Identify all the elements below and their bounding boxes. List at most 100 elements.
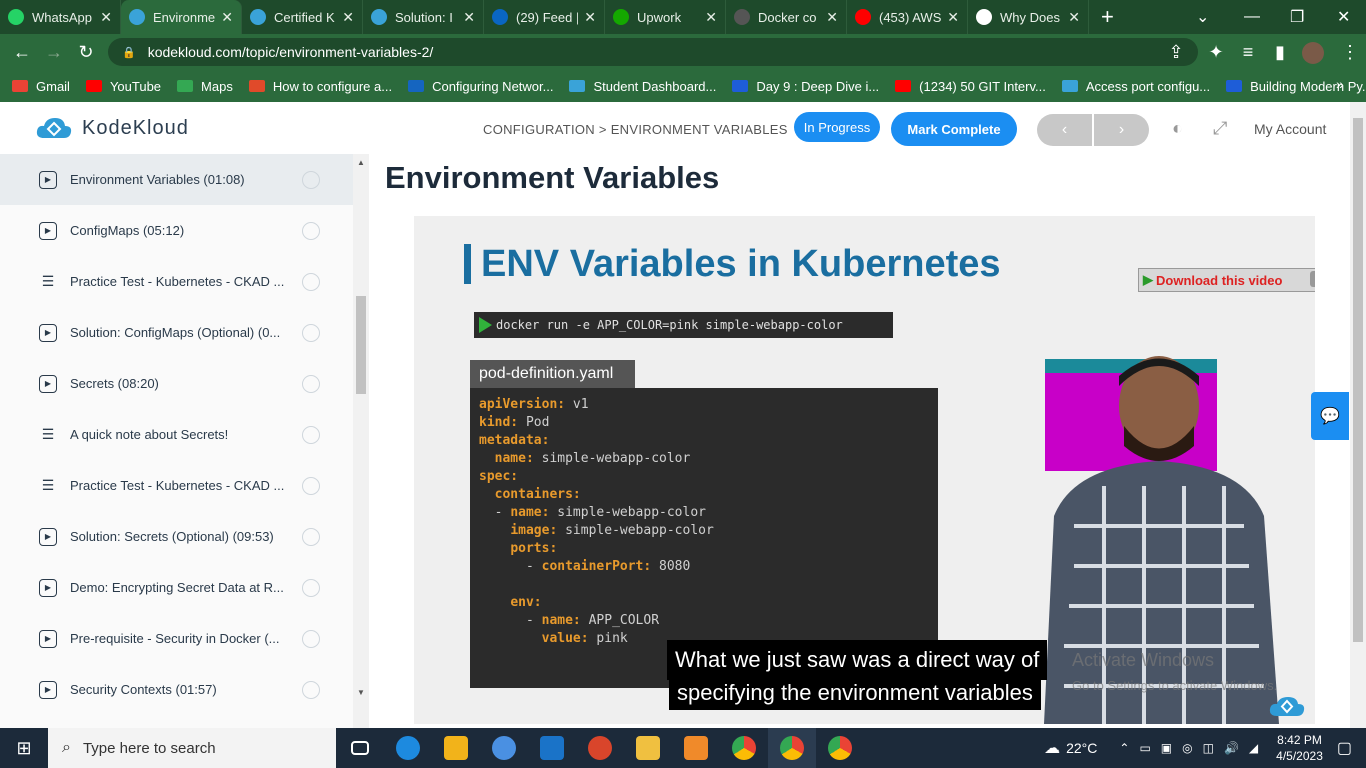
lesson-item[interactable]: ▶ Secrets (08:20)	[0, 358, 353, 409]
completion-circle-icon[interactable]	[302, 374, 320, 393]
lesson-item[interactable]: ▶ ConfigMaps (05:12)	[0, 205, 353, 256]
mark-complete-button[interactable]: Mark Complete	[891, 112, 1017, 146]
skype-icon[interactable]	[480, 728, 528, 768]
bookmark-item[interactable]: YouTube	[85, 79, 161, 94]
completion-circle-icon[interactable]	[302, 221, 320, 240]
chat-button[interactable]: 💬	[1311, 392, 1349, 440]
new-tab-button[interactable]: +	[1101, 4, 1114, 30]
tab-close-icon[interactable]: ✕	[221, 9, 233, 26]
bookmark-item[interactable]: Configuring Networ...	[408, 79, 553, 94]
weather-temp[interactable]: 22°C	[1066, 740, 1097, 756]
volume-icon[interactable]: 🔊	[1224, 741, 1239, 755]
browser-tab[interactable]: Environment V ✕	[121, 0, 242, 34]
lesson-item[interactable]: ☰ A quick note about Secrets!	[0, 409, 353, 460]
download-video-button[interactable]: Download this video	[1156, 273, 1282, 288]
wifi-icon[interactable]: ◢	[1249, 741, 1258, 755]
weather-icon[interactable]: ☁	[1044, 738, 1060, 758]
webcam-icon[interactable]: ◎	[1182, 741, 1192, 755]
media-icon[interactable]: ≡	[1232, 42, 1264, 63]
chrome-profile-icon[interactable]	[816, 728, 864, 768]
browser-tab[interactable]: Upwork ✕	[605, 0, 726, 34]
profile-avatar[interactable]	[1302, 42, 1324, 64]
completion-circle-icon[interactable]	[302, 323, 320, 342]
windows-start-button[interactable]: ⊞	[0, 728, 48, 768]
fullscreen-icon[interactable]: ⤢	[1213, 118, 1227, 139]
battery-icon[interactable]: ▭	[1139, 741, 1150, 755]
download-video-bar[interactable]: ▶ Download this video ? X	[1138, 268, 1315, 292]
browser-tab[interactable]: Certified K ✕	[242, 0, 363, 34]
tab-close-icon[interactable]: ✕	[705, 9, 717, 26]
taskbar-clock[interactable]: 8:42 PM 4/5/2023	[1276, 732, 1323, 764]
chrome-active-icon[interactable]	[768, 728, 816, 768]
bookmark-item[interactable]: Gmail	[12, 79, 70, 94]
next-lesson-button[interactable]: ›	[1094, 114, 1149, 146]
tab-close-icon[interactable]: ✕	[100, 9, 112, 26]
puzzle-extensions-icon[interactable]: ✦	[1200, 42, 1232, 63]
taskbar-search[interactable]: ⌕ Type here to search	[48, 728, 336, 768]
sidepanel-icon[interactable]: ▮	[1264, 42, 1296, 63]
tab-close-icon[interactable]: ✕	[1068, 9, 1080, 26]
minimize-button[interactable]: —	[1244, 0, 1260, 34]
dark-mode-icon[interactable]: ◐	[1172, 118, 1183, 139]
share-icon[interactable]: ⇪	[1160, 42, 1192, 63]
tab-close-icon[interactable]: ✕	[947, 9, 959, 26]
forward-icon[interactable]: →	[38, 42, 70, 63]
sidebar-scroll-thumb[interactable]	[356, 296, 366, 394]
bookmark-item[interactable]: (1234) 50 GIT Interv...	[895, 79, 1046, 94]
close-window-button[interactable]: ✕	[1337, 0, 1350, 34]
in-progress-button[interactable]: In Progress	[794, 112, 880, 142]
browser-tab[interactable]: Why Does ✕	[968, 0, 1089, 34]
lesson-item[interactable]: ▶ Solution: ConfigMaps (Optional) (0...	[0, 307, 353, 358]
menu-icon[interactable]: ⋮	[1334, 42, 1366, 63]
completion-circle-icon[interactable]	[302, 170, 320, 189]
file-explorer-icon[interactable]	[624, 728, 672, 768]
back-icon[interactable]: ←	[6, 42, 38, 63]
bookmark-item[interactable]: Maps	[177, 79, 233, 94]
browser-tab[interactable]: (29) Feed | ✕	[484, 0, 605, 34]
lesson-item[interactable]: ☰ Practice Test - Kubernetes - CKAD ...	[0, 256, 353, 307]
page-scroll-thumb[interactable]	[1353, 118, 1363, 642]
browser-tab[interactable]: Solution: I ✕	[363, 0, 484, 34]
completion-circle-icon[interactable]	[302, 272, 320, 291]
url-field[interactable]: 🔒 kodekloud.com/topic/environment-variab…	[108, 38, 1198, 66]
lesson-item[interactable]: ▶ Demo: Encrypting Secret Data at R...	[0, 562, 353, 613]
page-scrollbar[interactable]	[1350, 102, 1366, 728]
scroll-up-icon[interactable]: ▲	[357, 158, 365, 167]
chrome-icon[interactable]	[720, 728, 768, 768]
lesson-item[interactable]: ▶ Solution: Secrets (Optional) (09:53)	[0, 511, 353, 562]
tab-close-icon[interactable]: ✕	[826, 9, 838, 26]
lesson-item[interactable]: ▶ Pre-requisite - Security in Docker (...	[0, 613, 353, 664]
restore-button[interactable]: ❐	[1290, 0, 1304, 34]
mail-icon[interactable]	[528, 728, 576, 768]
bookmark-item[interactable]: Day 9 : Deep Dive i...	[732, 79, 879, 94]
snake-app-icon[interactable]	[576, 728, 624, 768]
edge-icon[interactable]	[384, 728, 432, 768]
lesson-item[interactable]: ▶ Security Contexts (01:57)	[0, 664, 353, 715]
completion-circle-icon[interactable]	[302, 680, 320, 699]
scroll-down-icon[interactable]: ▼	[357, 688, 365, 697]
breadcrumb[interactable]: CONFIGURATION > ENVIRONMENT VARIABLES	[483, 122, 788, 137]
video-player[interactable]: ENV Variables in Kubernetes docker run -…	[414, 216, 1315, 724]
tab-close-icon[interactable]: ✕	[342, 9, 354, 26]
bookmark-item[interactable]: Access port configu...	[1061, 79, 1210, 94]
kodekloud-logo[interactable]: KodeKloud	[34, 114, 189, 142]
display-icon[interactable]: ▣	[1161, 741, 1172, 755]
bookmark-item[interactable]: Building Modern Py...	[1226, 79, 1366, 94]
notifications-icon[interactable]: ▢	[1337, 738, 1352, 758]
store-icon[interactable]	[432, 728, 480, 768]
completion-circle-icon[interactable]	[302, 527, 320, 546]
orange-app-icon[interactable]	[672, 728, 720, 768]
help-icon[interactable]: ?	[1310, 271, 1315, 287]
completion-circle-icon[interactable]	[302, 476, 320, 495]
bookmark-item[interactable]: Student Dashboard...	[569, 79, 716, 94]
tray-expand-icon[interactable]: ⌃	[1119, 741, 1129, 755]
task-view-icon[interactable]	[336, 728, 384, 768]
reload-icon[interactable]: ↻	[70, 42, 102, 63]
browser-tab[interactable]: (453) AWS ✕	[847, 0, 968, 34]
browser-tab[interactable]: Docker co ✕	[726, 0, 847, 34]
sidebar-scrollbar[interactable]: ▲ ▼	[353, 154, 369, 728]
lesson-item[interactable]: ☰ Practice Test - Kubernetes - CKAD ...	[0, 460, 353, 511]
completion-circle-icon[interactable]	[302, 425, 320, 444]
completion-circle-icon[interactable]	[302, 578, 320, 597]
lesson-item[interactable]: ▶ Environment Variables (01:08)	[0, 154, 353, 205]
